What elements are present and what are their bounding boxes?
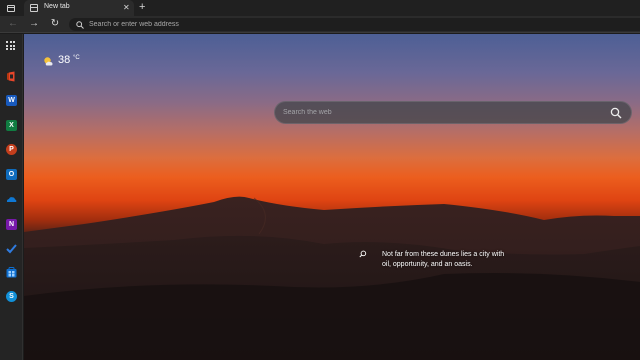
onedrive-icon (6, 197, 17, 202)
close-tab-button[interactable]: ✕ (123, 3, 130, 13)
weather-unit: °C (73, 55, 80, 61)
forward-button[interactable]: → (26, 16, 42, 33)
web-search-box[interactable] (274, 101, 632, 124)
new-tab-page-icon (30, 4, 38, 12)
toolbar: ← → ↻ (0, 16, 640, 33)
weather-temperature: 38 (58, 54, 71, 66)
sidebar-app-outlook[interactable]: O (6, 169, 17, 180)
background-image[interactable] (24, 34, 640, 360)
app-launcher-icon[interactable] (6, 41, 15, 50)
sidebar-app-powerpoint[interactable]: P (6, 144, 17, 155)
tab-strip: New tab ✕ + (0, 0, 640, 16)
search-icon (76, 21, 84, 29)
refresh-button[interactable]: ↻ (47, 16, 63, 33)
image-info-search-icon (359, 250, 367, 258)
new-tab-page: 38 °C Not far from these dunes lies a ci… (24, 34, 640, 360)
tab-actions-button[interactable] (4, 2, 18, 14)
image-description: Not far from these dunes lies a city wit… (382, 251, 505, 268)
address-input[interactable] (89, 18, 489, 31)
sidebar-app-to-do[interactable] (6, 243, 17, 254)
sidebar-app-onenote[interactable]: N (6, 219, 17, 230)
tab-actions-icon (7, 5, 15, 12)
sidebar-app-word[interactable]: W (6, 95, 17, 106)
office-icon (7, 71, 15, 82)
windows-store-icon (6, 267, 17, 278)
sidebar-app-windows-store[interactable] (6, 267, 17, 278)
web-search-input[interactable] (283, 102, 583, 123)
address-bar[interactable] (69, 18, 640, 31)
tab-title: New tab (44, 3, 70, 10)
sidebar-app-onedrive[interactable] (6, 194, 17, 205)
tab-new-tab[interactable]: New tab ✕ (24, 0, 134, 16)
checkmark-icon (6, 244, 17, 254)
sidebar-app-excel[interactable]: X (6, 120, 17, 131)
new-tab-button[interactable]: + (139, 1, 145, 14)
sidebar-app-office[interactable] (6, 71, 17, 82)
partly-sunny-icon (44, 57, 53, 66)
sidebar-app-skype[interactable]: S (6, 291, 17, 302)
sidebar: W X P O N S (0, 34, 23, 360)
search-icon[interactable] (609, 106, 623, 120)
back-button[interactable]: ← (5, 16, 21, 33)
